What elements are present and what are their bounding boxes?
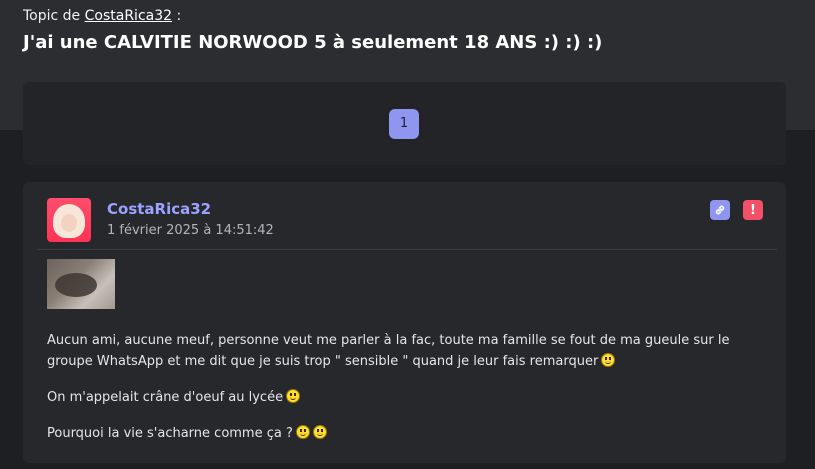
post-author[interactable]: CostaRica32 bbox=[107, 200, 211, 218]
smiley-icon bbox=[312, 425, 327, 439]
avatar[interactable] bbox=[47, 198, 91, 242]
smiley-icon bbox=[286, 389, 301, 403]
post-paragraph: Pourquoi la vie s'acharne comme ça ? bbox=[47, 423, 762, 444]
permalink-button[interactable] bbox=[710, 200, 730, 220]
link-icon bbox=[715, 205, 725, 215]
post-paragraph: Aucun ami, aucune meuf, personne veut me… bbox=[47, 330, 762, 372]
alert-icon: ! bbox=[750, 202, 756, 218]
topic-suffix: : bbox=[176, 8, 182, 24]
post-text: On m'appelait crâne d'oeuf au lycée bbox=[47, 390, 284, 405]
post-text: Aucun ami, aucune meuf, personne veut me… bbox=[47, 333, 730, 369]
avatar-face bbox=[61, 214, 77, 232]
topic-author-link[interactable]: CostaRica32 bbox=[85, 8, 172, 24]
topic-title: J'ai une CALVITIE NORWOOD 5 à seulement … bbox=[23, 32, 603, 53]
topic-header: Topic de CostaRica32 : J'ai une CALVITIE… bbox=[23, 6, 602, 55]
report-button[interactable]: ! bbox=[743, 200, 763, 220]
thumbnail-detail bbox=[55, 273, 97, 297]
post-body: Aucun ami, aucune meuf, personne veut me… bbox=[47, 330, 762, 459]
smiley-icon bbox=[601, 353, 616, 367]
post-text: Pourquoi la vie s'acharne comme ça ? bbox=[47, 426, 293, 441]
topic-label: Topic de CostaRica32 : bbox=[23, 6, 602, 26]
pagination-bar: 1 bbox=[23, 82, 786, 165]
page-button-1[interactable]: 1 bbox=[389, 109, 419, 139]
post-image-thumbnail[interactable] bbox=[47, 259, 115, 309]
post-date: 1 février 2025 à 14:51:42 bbox=[107, 223, 274, 238]
post-paragraph: On m'appelait crâne d'oeuf au lycée bbox=[47, 387, 762, 408]
topic-prefix: Topic de bbox=[23, 8, 81, 24]
divider bbox=[37, 249, 777, 250]
smiley-icon bbox=[295, 425, 310, 439]
post-card: CostaRica32 1 février 2025 à 14:51:42 ! … bbox=[23, 182, 786, 463]
